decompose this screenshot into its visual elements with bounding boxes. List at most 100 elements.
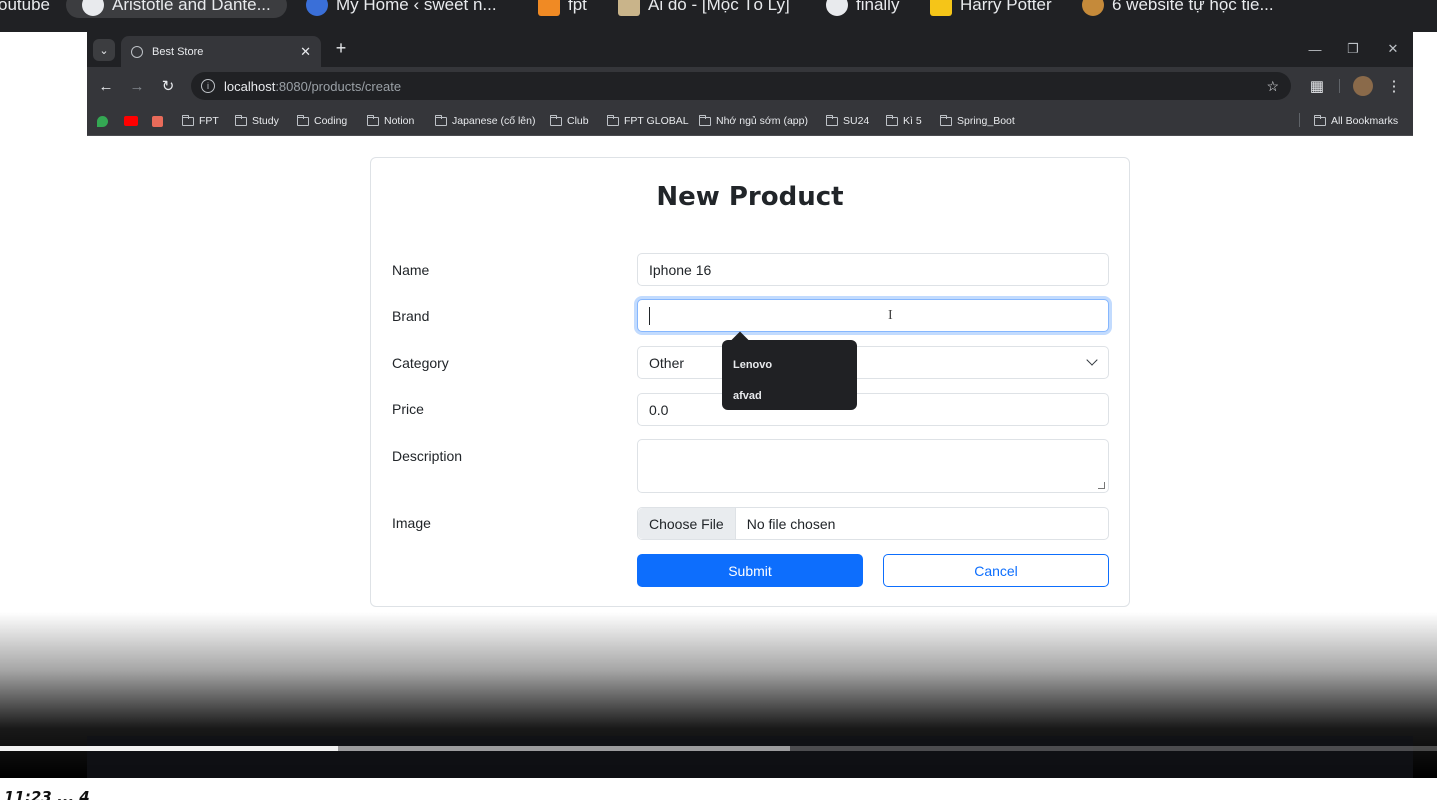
url-path: :8080/products/create [275,78,402,94]
image-icon [618,0,640,16]
site-info-icon[interactable]: i [201,79,215,93]
bookmark-label: Club [567,115,589,127]
outer-bookmark-moc-to-ly[interactable]: Ai đó - [Mộc Tố Ly] [618,0,790,18]
fpt-icon [538,0,560,16]
browser-menu-button[interactable]: ⋮ [1383,75,1405,97]
bookmark-label: Kì 5 [903,115,922,127]
back-button[interactable]: ← [95,75,117,97]
folder-icon [434,114,447,126]
page-title: New Product [656,182,844,212]
wordpress-icon [306,0,328,16]
bookmarks-divider [1299,113,1300,127]
folder-icon [366,114,379,126]
description-textarea[interactable] [637,439,1109,493]
bookmark-folder-japanese[interactable]: Japanese (cố lên) [434,113,535,129]
bookmark-folder-club[interactable]: Club [549,113,589,129]
folder-icon [939,114,952,126]
bookmark-label: Nhớ ngủ sớm (app) [716,115,808,127]
text-cursor-icon: I [888,308,893,323]
outer-bookmark-label: My Home ‹ sweet n... [336,0,497,14]
brand-input[interactable]: I [637,299,1109,332]
folder-icon [296,114,309,126]
autocomplete-option[interactable]: Lenovo [722,349,857,380]
bookmark-folder-nho-ngu-som[interactable]: Nhớ ngủ sớm (app) [698,113,808,129]
reload-icon: ↻ [161,78,175,95]
url-host: localhost [224,78,276,94]
minimize-button[interactable]: — [1301,38,1329,60]
new-tab-button[interactable]: + [330,37,352,59]
forward-button[interactable]: → [126,75,148,97]
profile-avatar[interactable] [1353,76,1373,96]
extensions-button[interactable]: ▦ [1306,75,1328,97]
price-label: Price [392,401,424,417]
bookmark-star-icon[interactable]: ☆ [1266,78,1279,95]
bookmark-label: Spring_Boot [957,115,1015,127]
close-window-button[interactable]: ✕ [1379,38,1407,60]
price-input-value: 0.0 [649,401,669,418]
bookmark-maps[interactable] [97,113,108,129]
bookmark-label: FPT GLOBAL [624,115,689,127]
close-tab-icon[interactable]: ✕ [300,44,311,60]
outer-bookmark-label: Ai đó - [Mộc Tố Ly] [648,0,790,14]
outer-bookmarks-bar: outube Aristotle and Dante... My Home ‹ … [0,0,1437,32]
all-bookmarks-folder[interactable]: All Bookmarks [1313,113,1399,129]
tab-search-button[interactable]: ⌄ [93,39,115,61]
bookmark-label: Coding [314,115,348,127]
gift-icon [152,115,163,127]
restore-button[interactable]: ❐ [1339,38,1367,60]
folder-icon [825,114,838,126]
folder-icon [885,114,898,126]
bookmark-folder-fpt-global[interactable]: FPT GLOBAL [606,113,689,129]
folder-icon [698,114,711,126]
folder-icon [606,114,619,126]
outer-bookmark-finally[interactable]: finally [826,0,899,18]
description-label: Description [392,448,463,464]
avatar-icon [826,0,848,16]
outer-bookmark-label: Aristotle and Dante... [112,0,271,14]
outer-bookmark-fpt[interactable]: fpt [538,0,587,18]
bookmark-youtube[interactable] [124,113,138,129]
outer-bookmark-aristotle[interactable]: Aristotle and Dante... [66,0,287,18]
tab-title: Best Store [152,45,204,58]
outer-bookmark-6-website[interactable]: 6 website tự học tiế... [1082,0,1274,18]
autocomplete-option[interactable]: afvad [722,380,857,411]
folder-icon [1313,114,1326,126]
puzzle-icon: ▦ [1309,78,1325,95]
address-bar[interactable]: i localhost :8080/products/create ☆ [191,72,1291,100]
windows-taskbar [87,736,1413,778]
bookmark-folder-study[interactable]: Study [234,113,279,129]
name-input[interactable]: Iphone 16 [637,253,1109,286]
outer-bookmark-label: 6 website tự học tiế... [1112,0,1274,14]
video-progress-played[interactable] [0,746,338,751]
bookmark-label: All Bookmarks [1331,115,1399,127]
category-label: Category [392,355,449,371]
video-time-label: 11:23 ... 4 [4,788,90,800]
arrow-right-icon: → [129,77,145,95]
video-bottom-strip [0,778,1437,800]
plus-icon: + [335,37,347,58]
bookmark-folder-fpt[interactable]: FPT [181,113,219,129]
choose-file-button[interactable]: Choose File [638,508,736,539]
category-select[interactable]: Other [637,346,1109,379]
bookmark-folder-spring-boot[interactable]: Spring_Boot [939,113,1015,129]
brand-autocomplete-popup: Lenovo afvad [722,340,857,410]
folder-icon [181,114,194,126]
outer-bookmark-youtube[interactable]: outube [0,0,50,18]
reload-button[interactable]: ↻ [157,75,179,97]
outer-bookmark-harry-potter[interactable]: Harry Potter [930,0,1052,18]
submit-button[interactable]: Submit [637,554,863,587]
cancel-button[interactable]: Cancel [883,554,1109,587]
bookmark-folder-notion[interactable]: Notion [366,113,414,129]
bookmark-folder-coding[interactable]: Coding [296,113,348,129]
bookmark-gift[interactable] [152,113,163,129]
tab-strip: ⌄ Best Store ✕ + — ❐ ✕ [87,32,1413,67]
bookmark-folder-su24[interactable]: SU24 [825,113,869,129]
outer-bookmark-wordpress[interactable]: My Home ‹ sweet n... [306,0,497,18]
price-input[interactable]: 0.0 [637,393,1109,426]
tab-best-store[interactable]: Best Store ✕ [121,36,321,67]
youtube-icon [124,116,138,126]
chevron-down-icon [1086,354,1098,366]
image-file-input[interactable]: Choose File No file chosen [637,507,1109,540]
bookmark-folder-ki5[interactable]: Kì 5 [885,113,922,129]
resize-handle-icon[interactable] [1098,482,1105,489]
